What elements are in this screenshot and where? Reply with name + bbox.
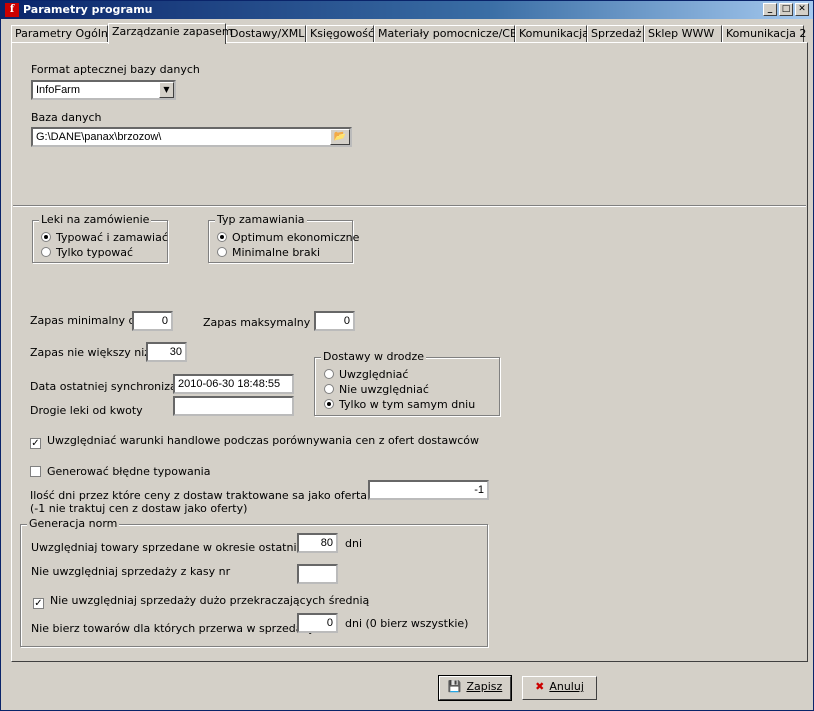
close-button[interactable]: ✕ [795,3,809,16]
radio-label: Minimalne braki [232,246,320,259]
dialog-window: f Parametry programu _ □ ✕ Parametry Ogó… [0,0,814,711]
db-path-value: G:\DANE\panax\brzozow\ [36,131,162,143]
format-label: Format aptecznej bazy danych [31,63,200,76]
tab-sprzedaz[interactable]: Sprzedaż [587,25,644,43]
radio-dot [217,232,227,242]
radio-label: Tylko typować [56,246,134,259]
przerwa-input[interactable]: 0 [297,613,338,633]
tab-materialy-pomocnicze[interactable]: Materiały pomocnicze/CBT [374,25,524,43]
tab-ksiegowosc[interactable]: Księgowość [306,25,374,43]
zapas-min-label: Zapas minimalny dni [30,314,146,327]
zapas-max-input[interactable]: 0 [314,311,355,331]
sync-input[interactable]: 2010-06-30 18:48:55 [173,374,294,394]
cross-icon: ✖ [535,680,545,693]
radio-dot [324,369,334,379]
format-select[interactable]: InfoFarm ▼ [31,80,176,100]
maximize-button[interactable]: □ [779,3,793,16]
window-title: Parametry programu [23,3,153,16]
srednia-checkbox[interactable]: ✓ Nie uwzględniaj sprzedaży dużo przekrac… [33,594,369,609]
bledne-checkbox[interactable]: Generować błędne typowania [30,465,210,478]
radio-label: Typować i zamawiać [56,231,168,244]
tab-dostawy-xml[interactable]: Dostawy/XML [226,25,306,43]
chevron-down-icon[interactable]: ▼ [159,82,174,98]
dostawy-group: Dostawy w drodze Uwzględniać Nie uwzględ… [314,350,500,416]
app-icon: f [5,3,19,17]
cancel-label: Anuluj [549,680,584,693]
warunki-label: Uwzględniać warunki handlowe podczas por… [47,434,479,447]
ilosc-input[interactable]: -1 [368,480,489,500]
kasy-label: Nie uwzględniaj sprzedaży z kasy nr [31,565,231,578]
radio-uwzgledniac[interactable]: Uwzględniać [324,368,408,381]
bledne-label: Generować błędne typowania [47,465,211,478]
db-label: Baza danych [31,111,102,124]
typ-caption: Typ zamawiania [215,213,307,226]
przerwa-label: Nie bierz towarów dla których przerwa w … [31,622,328,635]
radio-label: Nie uwzględniać [339,383,429,396]
save-button[interactable]: 💾 Zapisz [438,675,512,701]
format-value: InfoFarm [36,84,81,96]
okres-input[interactable]: 80 [297,533,338,553]
floppy-disk-icon: 💾 [447,680,462,693]
okres-unit: dni [345,537,363,550]
ilosc-label-2: (-1 nie traktuj cen z dostaw jako oferty… [30,502,248,515]
cancel-button[interactable]: ✖ Anuluj [522,676,597,700]
checkbox-box [30,466,41,477]
tab-zarzadzanie-zapasem[interactable]: Zarządzanie zapasem [108,23,233,44]
radio-dot [217,247,227,257]
radio-label: Tylko w tym samym dniu [339,398,476,411]
radio-label: Uwzględniać [339,368,409,381]
divider [13,205,806,207]
radio-minimalne-braki[interactable]: Minimalne braki [217,246,320,259]
radio-typowac-zamawiac[interactable]: Typować i zamawiać [41,231,168,244]
tab-panel: Format aptecznej bazy danych InfoFarm ▼ … [11,42,808,662]
zapas-nie-wiekszy-label: Zapas nie większy niż [30,346,151,359]
tab-parametry-ogolne[interactable]: Parametry Ogólne [11,25,115,43]
zapas-nie-wiekszy-input[interactable]: 30 [146,342,187,362]
tab-sklep-www[interactable]: Sklep WWW [644,25,722,43]
srednia-label: Nie uwzględniaj sprzedaży dużo przekracz… [50,594,370,607]
radio-dot [41,232,51,242]
przerwa-unit: dni (0 bierz wszystkie) [345,617,469,630]
folder-open-icon[interactable]: 📂 [330,129,350,145]
zapas-min-input[interactable]: 0 [132,311,173,331]
checkmark-icon: ✓ [33,598,44,609]
drogie-input[interactable] [173,396,294,416]
ilosc-label-1: Ilość dni przez które ceny z dostaw trak… [30,489,368,502]
radio-tylko-w-tym-dniu[interactable]: Tylko w tym samym dniu [324,398,475,411]
radio-dot [324,399,334,409]
tab-komunikacja[interactable]: Komunikacja [515,25,589,43]
db-path-input[interactable]: G:\DANE\panax\brzozow\ 📂 [31,127,352,147]
radio-label: Optimum ekonomiczne [232,231,360,244]
dostawy-caption: Dostawy w drodze [321,350,426,363]
save-label: Zapisz [466,680,503,693]
okres-label: Uwzględniaj towary sprzedane w okresie o… [31,541,310,554]
radio-tylko-typowac[interactable]: Tylko typować [41,246,133,259]
minimize-button[interactable]: _ [763,3,777,16]
leki-group: Leki na zamówienie Typować i zamawiać Ty… [32,213,168,263]
title-bar[interactable]: f Parametry programu _ □ ✕ [1,1,813,19]
kasy-input[interactable] [297,564,338,584]
normy-group: Generacja norm Uwzględniaj towary sprzed… [20,517,488,647]
typ-group: Typ zamawiania Optimum ekonomiczne Minim… [208,213,359,263]
drogie-label: Drogie leki od kwoty [30,404,143,417]
tab-komunikacja-2[interactable]: Komunikacja 2 [722,25,806,43]
radio-dot [324,384,334,394]
normy-caption: Generacja norm [27,517,120,530]
sync-label: Data ostatniej synchronizacji [30,380,189,393]
radio-nie-uwzgledniac[interactable]: Nie uwzględniać [324,383,429,396]
checkmark-icon: ✓ [30,438,41,449]
warunki-checkbox[interactable]: ✓ Uwzględniać warunki handlowe podczas po… [30,434,479,449]
zapas-max-label: Zapas maksymalny dni [203,316,331,329]
radio-optimum[interactable]: Optimum ekonomiczne [217,231,359,244]
leki-caption: Leki na zamówienie [39,213,152,226]
radio-dot [41,247,51,257]
